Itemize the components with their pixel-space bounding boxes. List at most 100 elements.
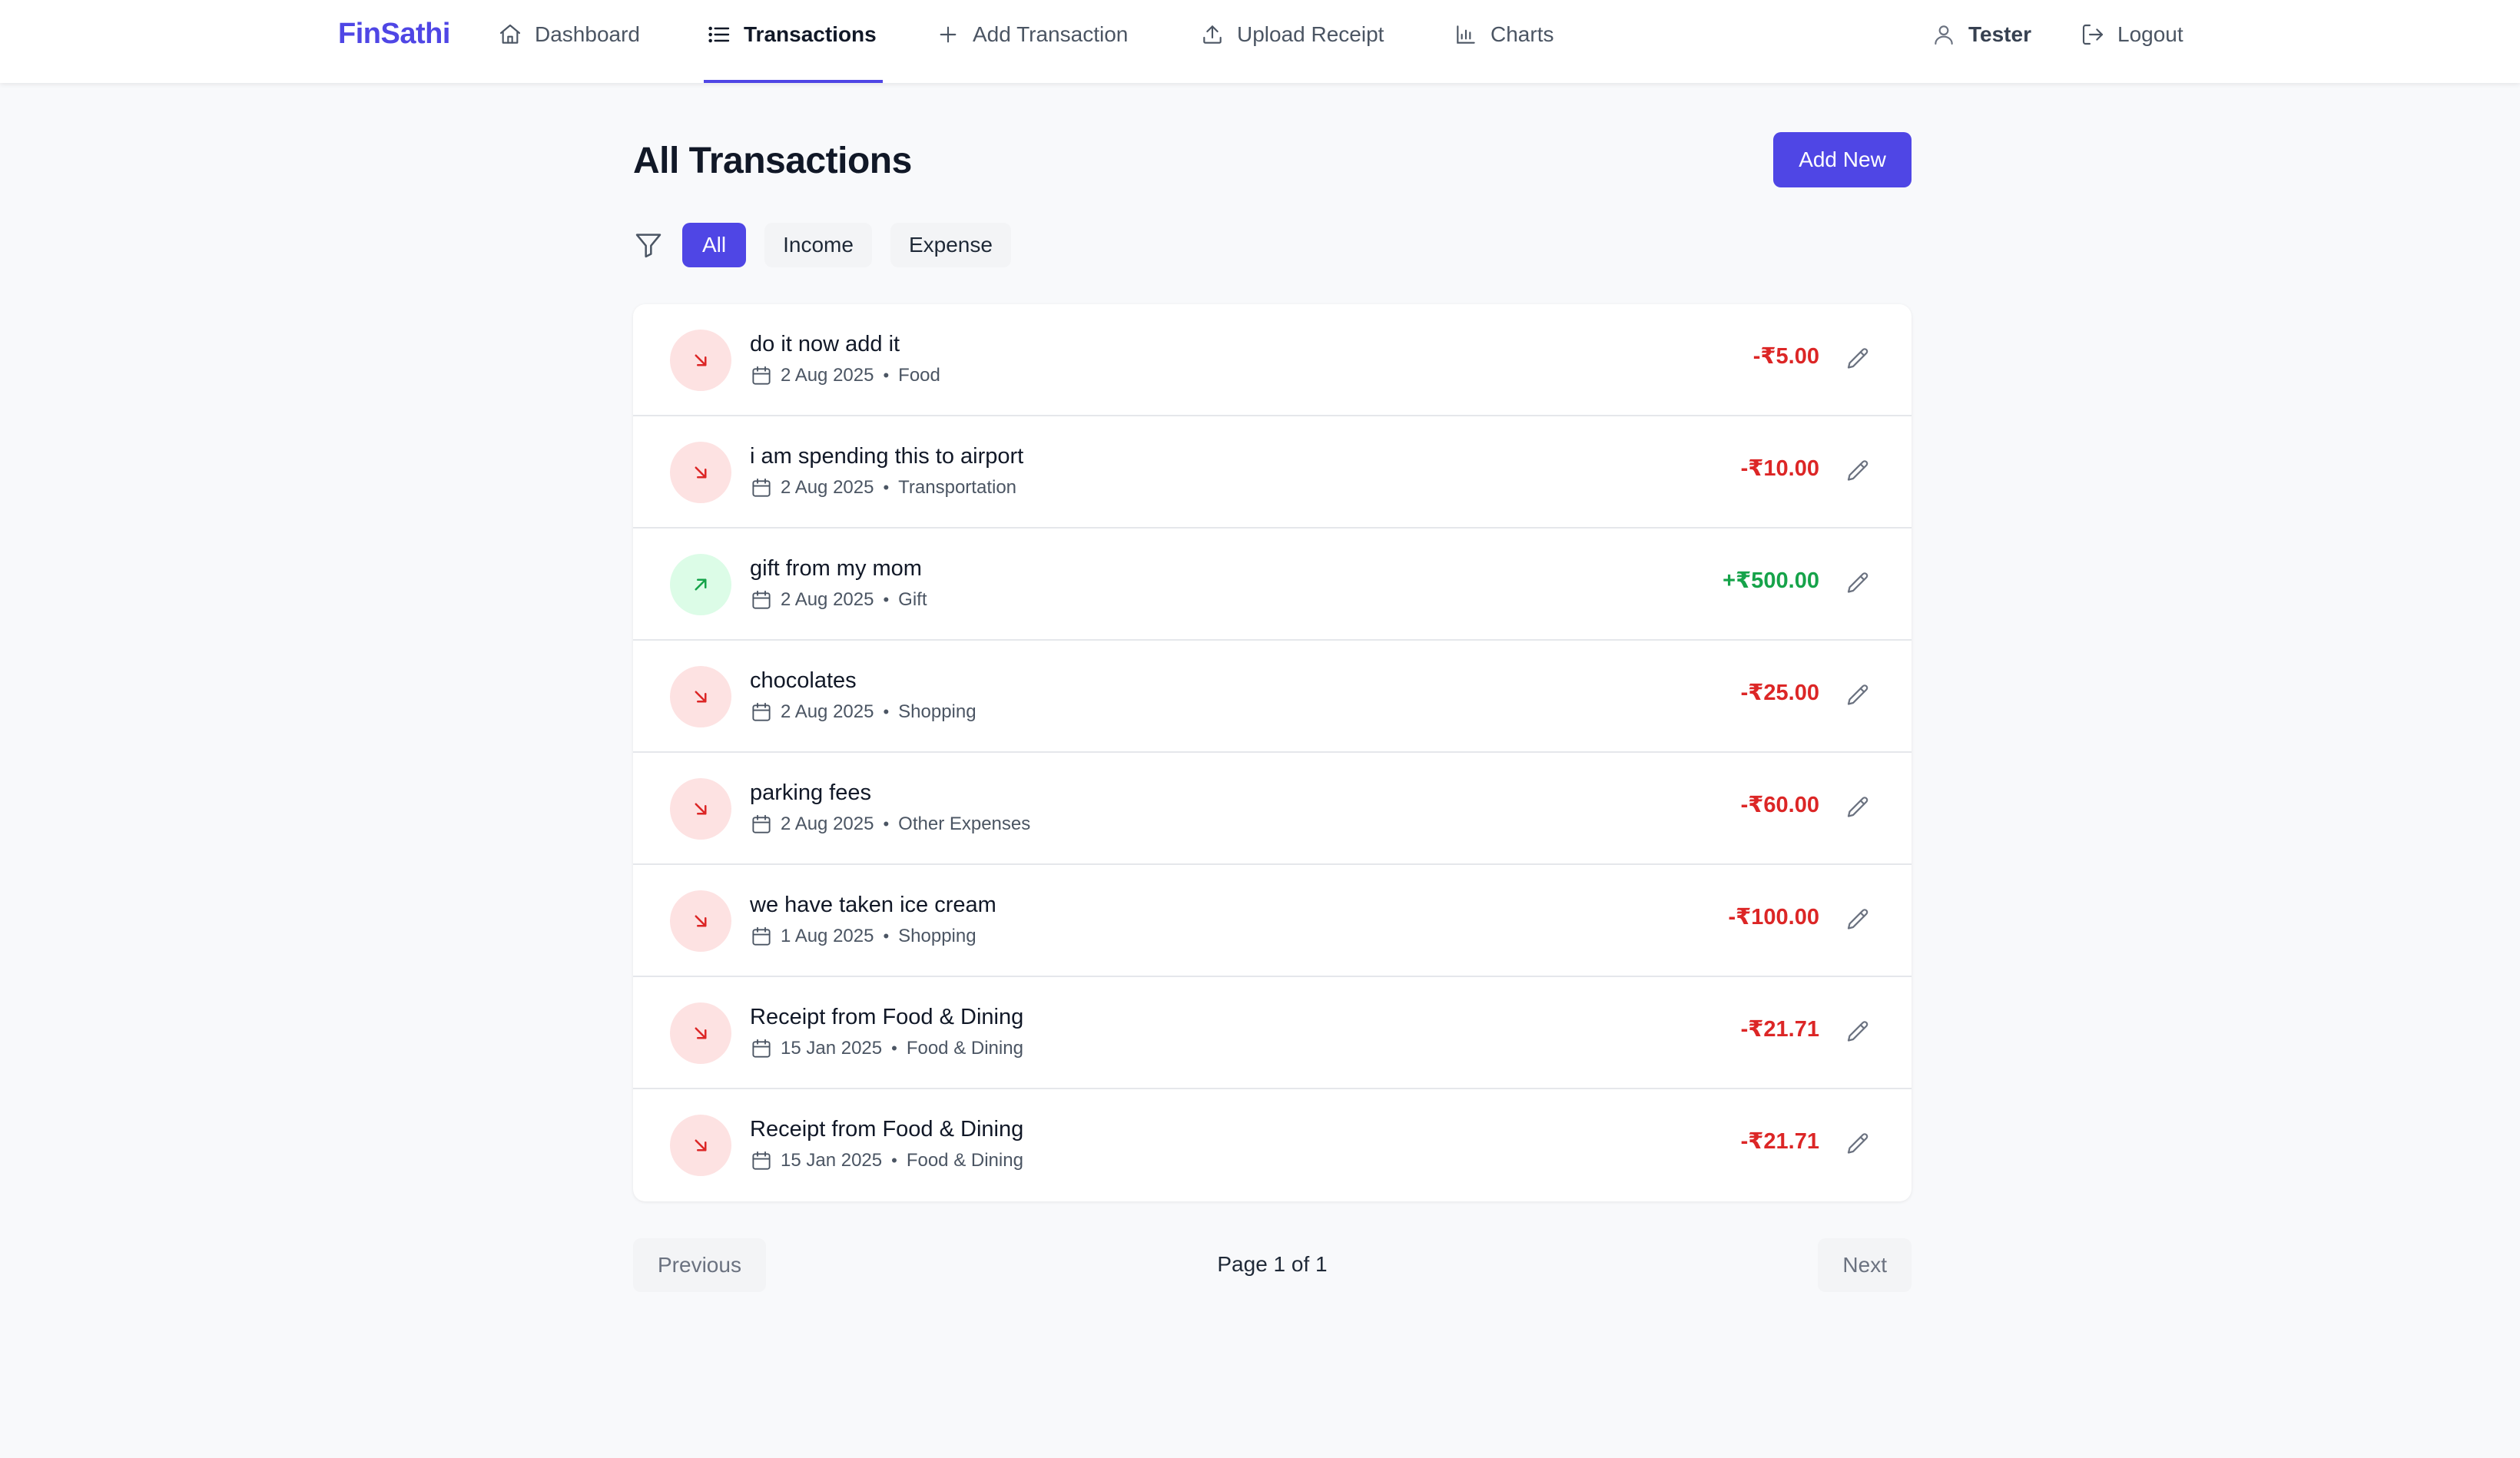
list-icon <box>708 26 730 43</box>
transaction-meta: 2 Aug 2025 • Gift <box>750 588 927 611</box>
transaction-row[interactable]: chocolates 2 Aug 2025 • Shopping -₹25.00 <box>633 641 1912 753</box>
pagination: Previous Page 1 of 1 Next <box>633 1238 1912 1292</box>
next-page-button[interactable]: Next <box>1818 1238 1912 1292</box>
expense-arrow-icon <box>670 442 731 503</box>
transaction-amount: -₹25.00 <box>1740 681 1819 705</box>
transaction-row[interactable]: we have taken ice cream 1 Aug 2025 • Shoppi… <box>633 865 1912 977</box>
nav-dashboard[interactable]: Dashboard <box>498 0 640 83</box>
transaction-date: 15 Jan 2025 <box>781 1038 883 1059</box>
page-indicator: Page 1 of 1 <box>1217 1252 1328 1276</box>
transaction-date: 2 Aug 2025 <box>781 701 874 722</box>
transaction-row[interactable]: Receipt from Food & Dining 15 Jan 2025 • Fo… <box>633 977 1912 1089</box>
transaction-meta: 1 Aug 2025 • Shopping <box>750 925 976 948</box>
separator-dot: • <box>883 590 890 609</box>
transaction-amount: -₹21.71 <box>1740 1017 1819 1042</box>
transactions-list: do it now add it 2 Aug 2025 • Food -₹5.00 i a… <box>633 304 1912 1201</box>
calendar-icon <box>752 478 771 497</box>
nav-charts-label: Charts <box>1490 22 1554 46</box>
transaction-description: we have taken ice cream <box>750 893 996 917</box>
separator-dot: • <box>891 1151 897 1170</box>
expense-arrow-icon <box>670 1002 731 1064</box>
transaction-meta: 15 Jan 2025 • Food & Dining <box>750 1037 1023 1060</box>
nav-dashboard-label: Dashboard <box>535 22 640 46</box>
expense-arrow-icon <box>670 1115 731 1176</box>
calendar-icon <box>752 1151 771 1170</box>
nav-add-transaction-label: Add Transaction <box>973 22 1129 46</box>
transaction-category: Food & Dining <box>906 1038 1023 1059</box>
nav-user-profile[interactable]: Tester <box>1931 0 2031 83</box>
logout-icon <box>2082 24 2104 45</box>
nav-logout[interactable]: Logout <box>2081 0 2183 83</box>
filter-expense-button[interactable]: Expense <box>890 223 1011 267</box>
nav-charts[interactable]: Charts <box>1454 0 1553 83</box>
filter-income-button[interactable]: Income <box>764 223 872 267</box>
separator-dot: • <box>883 926 890 946</box>
separator-dot: • <box>891 1039 897 1058</box>
page-title: All Transactions <box>633 141 912 181</box>
separator-dot: • <box>883 814 890 833</box>
nav-upload-receipt[interactable]: Upload Receipt <box>1200 0 1384 83</box>
calendar-icon <box>752 814 771 833</box>
nav-add-transaction[interactable]: Add Transaction <box>936 0 1128 83</box>
transaction-row[interactable]: i am spending this to airport 2 Aug 2025 •… <box>633 416 1912 529</box>
edit-pencil-icon[interactable] <box>1844 570 1872 598</box>
upload-icon <box>1203 25 1222 44</box>
separator-dot: • <box>883 478 890 497</box>
add-new-button[interactable]: Add New <box>1773 132 1912 187</box>
calendar-icon <box>752 1039 771 1058</box>
transaction-description: gift from my mom <box>750 556 922 581</box>
expense-arrow-icon <box>670 666 731 727</box>
bar-chart-icon <box>1457 25 1475 44</box>
transaction-meta: 2 Aug 2025 • Food <box>750 364 940 387</box>
transaction-category: Other Expenses <box>898 813 1031 834</box>
transaction-date: 15 Jan 2025 <box>781 1150 883 1171</box>
transaction-row[interactable]: parking fees 2 Aug 2025 • Other Expenses -₹6… <box>633 753 1912 865</box>
transaction-meta: 15 Jan 2025 • Food & Dining <box>750 1149 1023 1172</box>
plus-icon <box>940 26 957 43</box>
separator-dot: • <box>883 366 890 385</box>
transaction-amount: -₹100.00 <box>1728 905 1819 929</box>
transaction-meta: 2 Aug 2025 • Shopping <box>750 701 976 724</box>
transaction-description: i am spending this to airport <box>750 444 1024 469</box>
transaction-row[interactable]: Receipt from Food & Dining 15 Jan 2025 • Fo… <box>633 1089 1912 1201</box>
transaction-date: 2 Aug 2025 <box>781 813 874 834</box>
calendar-icon <box>752 702 771 721</box>
edit-pencil-icon[interactable] <box>1844 458 1872 485</box>
transaction-category: Food <box>898 365 940 386</box>
income-arrow-icon <box>670 554 731 615</box>
top-navbar: FinSathi Dashboard Transactions Add Tran… <box>0 0 2520 83</box>
transaction-amount: -₹10.00 <box>1740 456 1819 481</box>
edit-pencil-icon[interactable] <box>1844 682 1872 710</box>
edit-pencil-icon[interactable] <box>1844 346 1872 373</box>
home-icon <box>499 24 521 44</box>
transaction-amount: -₹5.00 <box>1752 344 1819 369</box>
separator-dot: • <box>883 702 890 721</box>
transaction-category: Shopping <box>898 926 976 946</box>
transaction-description: chocolates <box>750 668 857 693</box>
transaction-description: Receipt from Food & Dining <box>750 1005 1024 1029</box>
transaction-row[interactable]: gift from my mom 2 Aug 2025 • Gift +₹500.00 <box>633 529 1912 641</box>
filter-all-button[interactable]: All <box>682 223 747 267</box>
expense-arrow-icon <box>670 778 731 840</box>
transaction-description: Receipt from Food & Dining <box>750 1117 1024 1142</box>
edit-pencil-icon[interactable] <box>1844 1131 1872 1158</box>
transaction-row[interactable]: do it now add it 2 Aug 2025 • Food -₹5.00 <box>633 304 1912 416</box>
calendar-icon <box>752 366 771 385</box>
transaction-date: 2 Aug 2025 <box>781 589 874 610</box>
nav-upload-receipt-label: Upload Receipt <box>1237 22 1384 46</box>
transaction-description: do it now add it <box>750 332 900 356</box>
transaction-category: Food & Dining <box>906 1150 1023 1171</box>
filter-icon <box>635 234 662 258</box>
calendar-icon <box>752 926 771 946</box>
transaction-date: 2 Aug 2025 <box>781 365 874 386</box>
transaction-amount: +₹500.00 <box>1723 568 1819 593</box>
calendar-icon <box>752 590 771 609</box>
filter-bar: All Income Expense <box>633 223 1011 267</box>
edit-pencil-icon[interactable] <box>1844 1019 1872 1046</box>
nav-transactions[interactable]: Transactions <box>704 0 883 83</box>
expense-arrow-icon <box>670 890 731 952</box>
edit-pencil-icon[interactable] <box>1844 906 1872 934</box>
nav-user-label: Tester <box>1968 22 2031 46</box>
edit-pencil-icon[interactable] <box>1844 794 1872 822</box>
brand-logo[interactable]: FinSathi <box>338 15 450 52</box>
